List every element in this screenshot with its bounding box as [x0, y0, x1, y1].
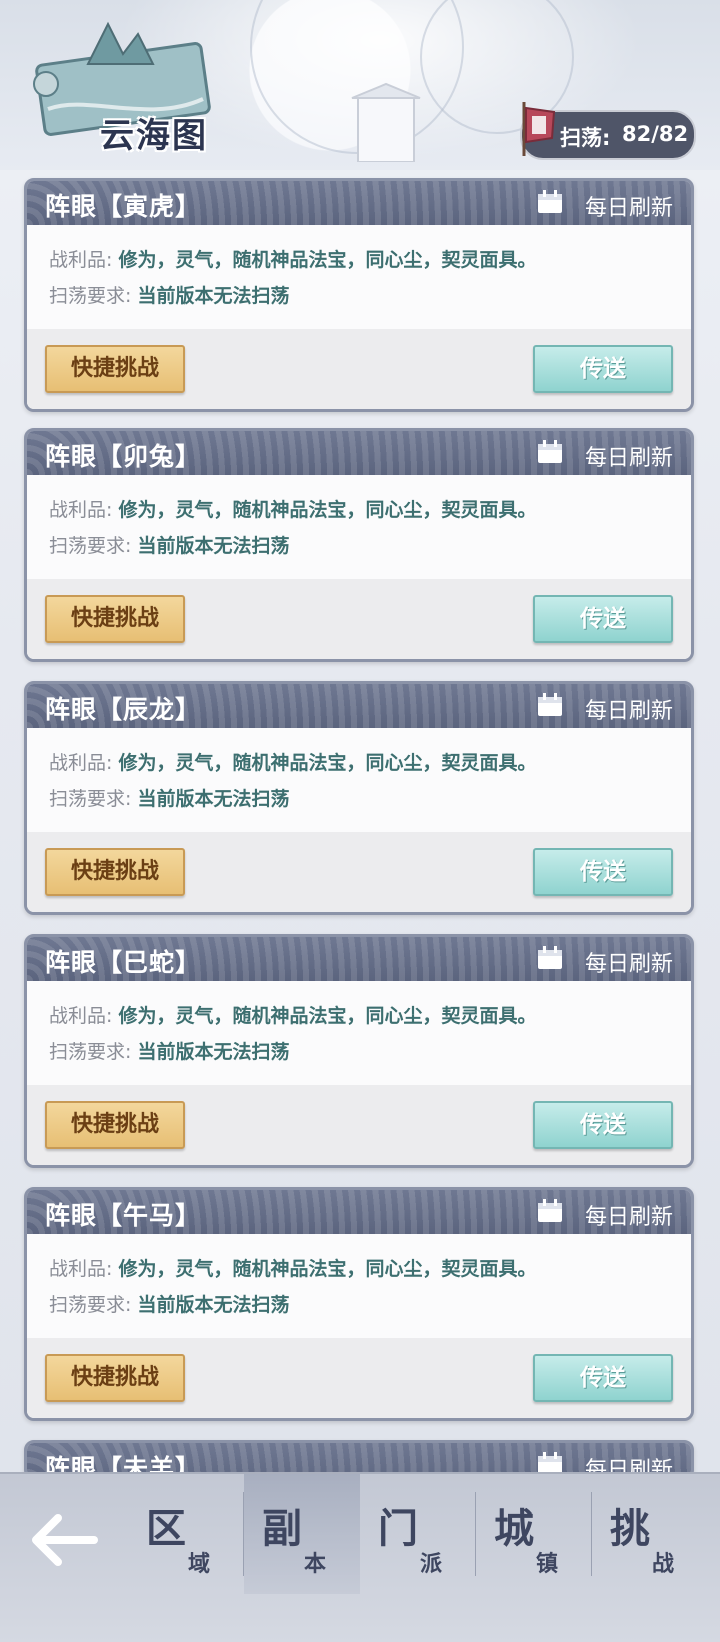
sweep-req-value: 当前版本无法扫荡 [137, 285, 290, 307]
dungeon-card: 阵眼【卯兔】 每日刷新 战利品: 修为，灵气，随机神品法宝，同心尘，契灵面具。 … [24, 428, 694, 662]
sweep-counter-badge: 扫荡: 82/82 [520, 102, 696, 160]
sweep-req-row: 扫荡要求: 当前版本无法扫荡 [49, 281, 289, 308]
refresh-label: 每日刷新 [584, 196, 673, 221]
card-header: 阵眼【寅虎】 每日刷新 [27, 181, 691, 225]
calendar-icon [538, 440, 562, 463]
sweep-req-row: 扫荡要求: 当前版本无法扫荡 [49, 784, 289, 811]
loot-row: 战利品: 修为，灵气，随机神品法宝，同心尘，契灵面具。 [49, 748, 536, 775]
loot-value: 修为，灵气，随机神品法宝，同心尘，契灵面具。 [118, 499, 537, 521]
teleport-button[interactable]: 传送 [533, 848, 673, 896]
tab-dungeon[interactable]: 副 本 [244, 1474, 360, 1594]
card-body: 战利品: 修为，灵气，随机神品法宝，同心尘，契灵面具。 扫荡要求: 当前版本无法… [27, 225, 691, 329]
card-title: 阵眼【卯兔】 [45, 442, 202, 471]
calendar-icon [538, 693, 562, 716]
quick-challenge-button[interactable]: 快捷挑战 [45, 1101, 185, 1149]
loot-row: 战利品: 修为，灵气，随机神品法宝，同心尘，契灵面具。 [49, 495, 536, 522]
sweep-flag-icon [522, 102, 556, 156]
sweep-req-row: 扫荡要求: 当前版本无法扫荡 [49, 1037, 289, 1064]
quick-challenge-button[interactable]: 快捷挑战 [45, 848, 185, 896]
loot-label: 战利品: [49, 499, 113, 521]
tab-small-char: 本 [304, 1552, 327, 1577]
card-header: 阵眼【巳蛇】 每日刷新 [27, 937, 691, 981]
dungeon-card: 阵眼【辰龙】 每日刷新 战利品: 修为，灵气，随机神品法宝，同心尘，契灵面具。 … [24, 681, 694, 915]
card-footer: 快捷挑战 传送 [27, 1338, 691, 1418]
sweep-req-value: 当前版本无法扫荡 [137, 1294, 290, 1316]
refresh-label: 每日刷新 [584, 952, 673, 977]
dungeon-card: 阵眼【寅虎】 每日刷新 战利品: 修为，灵气，随机神品法宝，同心尘，契灵面具。 … [24, 178, 694, 412]
card-body: 战利品: 修为，灵气，随机神品法宝，同心尘，契灵面具。 扫荡要求: 当前版本无法… [27, 475, 691, 579]
loot-value: 修为，灵气，随机神品法宝，同心尘，契灵面具。 [118, 1005, 537, 1027]
loot-row: 战利品: 修为，灵气，随机神品法宝，同心尘，契灵面具。 [49, 1254, 536, 1281]
card-body: 战利品: 修为，灵气，随机神品法宝，同心尘，契灵面具。 扫荡要求: 当前版本无法… [27, 981, 691, 1085]
tab-region[interactable]: 区 域 [128, 1474, 244, 1594]
loot-row: 战利品: 修为，灵气，随机神品法宝，同心尘，契灵面具。 [49, 1001, 536, 1028]
refresh-label: 每日刷新 [584, 699, 673, 724]
teleport-button[interactable]: 传送 [533, 345, 673, 393]
card-title: 阵眼【辰龙】 [45, 695, 202, 724]
sweep-req-value: 当前版本无法扫荡 [137, 535, 290, 557]
page-title: 云海图 [100, 116, 208, 156]
card-footer: 快捷挑战 传送 [27, 329, 691, 409]
sweep-req-value: 当前版本无法扫荡 [137, 1041, 290, 1063]
calendar-icon [538, 946, 562, 969]
refresh-label: 每日刷新 [584, 446, 673, 471]
calendar-icon [538, 190, 562, 213]
refresh-label: 每日刷新 [584, 1205, 673, 1230]
gate-icon [351, 82, 421, 162]
tab-big-char: 副 [262, 1506, 302, 1552]
tab-big-char: 区 [146, 1506, 186, 1552]
quick-challenge-button[interactable]: 快捷挑战 [45, 595, 185, 643]
tab-small-char: 战 [652, 1552, 675, 1577]
card-footer: 快捷挑战 传送 [27, 832, 691, 912]
card-title: 阵眼【寅虎】 [45, 192, 202, 221]
sweep-req-label: 扫荡要求: [49, 535, 132, 557]
page-header: 云海图 扫荡: 82/82 [0, 0, 720, 170]
quick-challenge-button[interactable]: 快捷挑战 [45, 1354, 185, 1402]
tab-small-char: 镇 [536, 1552, 559, 1577]
loot-label: 战利品: [49, 249, 113, 271]
tab-challenge[interactable]: 挑 战 [592, 1474, 704, 1594]
sweep-req-row: 扫荡要求: 当前版本无法扫荡 [49, 1290, 289, 1317]
quick-challenge-button[interactable]: 快捷挑战 [45, 345, 185, 393]
loot-label: 战利品: [49, 1005, 113, 1027]
sweep-req-label: 扫荡要求: [49, 1041, 132, 1063]
loot-row: 战利品: 修为，灵气，随机神品法宝，同心尘，契灵面具。 [49, 245, 536, 272]
teleport-button[interactable]: 传送 [533, 595, 673, 643]
card-title: 阵眼【巳蛇】 [45, 948, 202, 977]
bottom-nav: 区 域 副 本 门 派 城 镇 挑 战 [0, 1472, 720, 1642]
loot-label: 战利品: [49, 752, 113, 774]
card-footer: 快捷挑战 传送 [27, 579, 691, 659]
sweep-req-label: 扫荡要求: [49, 1294, 132, 1316]
dungeon-card: 阵眼【午马】 每日刷新 战利品: 修为，灵气，随机神品法宝，同心尘，契灵面具。 … [24, 1187, 694, 1421]
tab-small-char: 派 [420, 1552, 443, 1577]
card-body: 战利品: 修为，灵气，随机神品法宝，同心尘，契灵面具。 扫荡要求: 当前版本无法… [27, 1234, 691, 1338]
card-title: 阵眼【午马】 [45, 1201, 202, 1230]
sweep-req-row: 扫荡要求: 当前版本无法扫荡 [49, 531, 289, 558]
card-header: 阵眼【辰龙】 每日刷新 [27, 684, 691, 728]
sweep-count: 82/82 [622, 122, 689, 146]
tab-small-char: 域 [188, 1552, 211, 1577]
loot-label: 战利品: [49, 1258, 113, 1280]
teleport-button[interactable]: 传送 [533, 1101, 673, 1149]
card-footer: 快捷挑战 传送 [27, 1085, 691, 1165]
loot-value: 修为，灵气，随机神品法宝，同心尘，契灵面具。 [118, 1258, 537, 1280]
tab-big-char: 挑 [610, 1506, 650, 1552]
tab-big-char: 城 [494, 1506, 534, 1552]
calendar-icon [538, 1199, 562, 1222]
teleport-button[interactable]: 传送 [533, 1354, 673, 1402]
loot-value: 修为，灵气，随机神品法宝，同心尘，契灵面具。 [118, 249, 537, 271]
card-header: 阵眼【午马】 每日刷新 [27, 1190, 691, 1234]
loot-value: 修为，灵气，随机神品法宝，同心尘，契灵面具。 [118, 752, 537, 774]
tab-big-char: 门 [378, 1506, 418, 1552]
sweep-req-label: 扫荡要求: [49, 285, 132, 307]
card-body: 战利品: 修为，灵气，随机神品法宝，同心尘，契灵面具。 扫荡要求: 当前版本无法… [27, 728, 691, 832]
sweep-label: 扫荡: [560, 126, 611, 150]
card-header: 阵眼【卯兔】 每日刷新 [27, 431, 691, 475]
dungeon-card: 阵眼【巳蛇】 每日刷新 战利品: 修为，灵气，随机神品法宝，同心尘，契灵面具。 … [24, 934, 694, 1168]
back-arrow-icon[interactable] [30, 1512, 98, 1568]
sweep-req-value: 当前版本无法扫荡 [137, 788, 290, 810]
tab-town[interactable]: 城 镇 [476, 1474, 592, 1594]
tab-sect[interactable]: 门 派 [360, 1474, 476, 1594]
sweep-req-label: 扫荡要求: [49, 788, 132, 810]
